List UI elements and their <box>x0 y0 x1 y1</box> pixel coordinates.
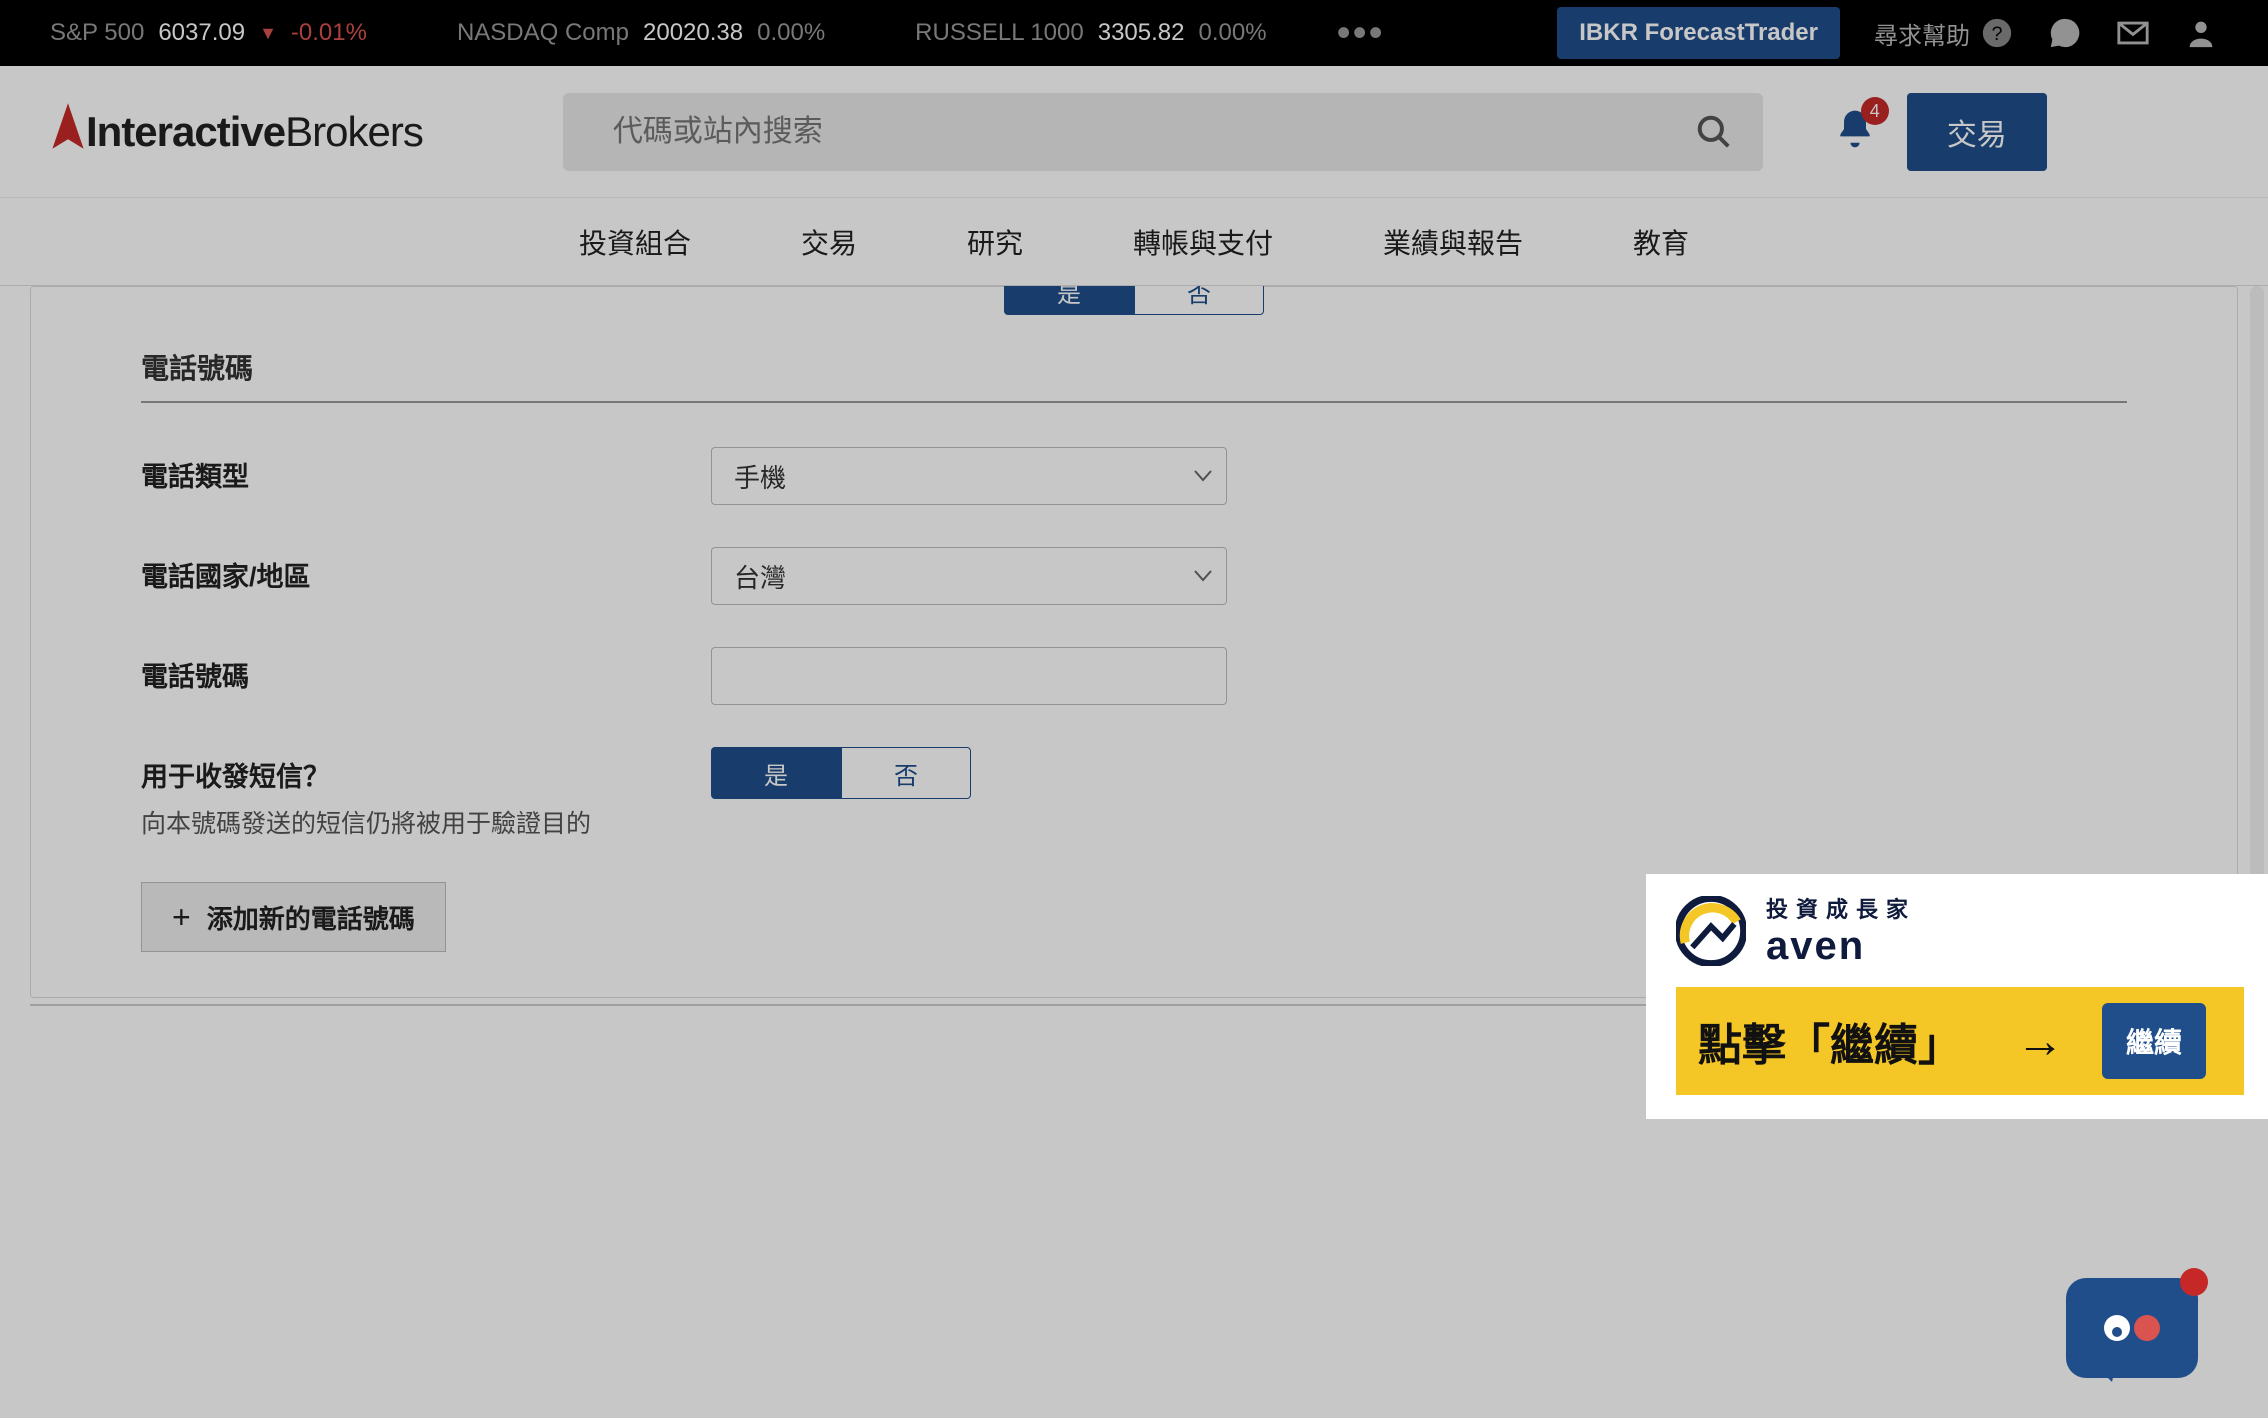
label-phone-type: 電話類型 <box>141 447 711 494</box>
ticker-sp500[interactable]: S&P 500 6037.09 ▼ -0.01% <box>50 19 367 47</box>
search-input[interactable] <box>563 93 1763 171</box>
aven-brand: 投資成長家 aven <box>1676 892 2244 969</box>
continue-button[interactable]: 繼續 <box>2102 1003 2206 1079</box>
cta-overlay: 投資成長家 aven 點擊「繼續」 → 繼續 <box>1646 874 2268 1119</box>
add-phone-button[interactable]: + 添加新的電話號碼 <box>141 882 446 952</box>
search-wrap <box>563 93 1763 171</box>
add-phone-label: 添加新的電話號碼 <box>207 899 415 936</box>
broker-logo[interactable]: InteractiveBrokers <box>50 103 423 161</box>
forecast-trader-button[interactable]: IBKR ForecastTrader <box>1557 7 1840 59</box>
main-header: InteractiveBrokers 4 交易 <box>0 66 2268 198</box>
trade-button[interactable]: 交易 <box>1907 93 2047 171</box>
cta-button-frame: 繼續 <box>2086 987 2222 1095</box>
section-title-phone: 電話號碼 <box>141 347 2127 387</box>
label-phone-number: 電話號碼 <box>141 647 711 694</box>
chat-bubble-icon <box>2066 1278 2198 1378</box>
select-phone-type[interactable]: 手機 <box>711 447 1227 505</box>
select-phone-type-value: 手機 <box>734 458 786 495</box>
sms-segment-toggle: 是 否 <box>711 747 971 799</box>
chat-fab[interactable] <box>2066 1278 2198 1378</box>
mail-icon[interactable] <box>2116 16 2150 50</box>
plus-icon: + <box>172 899 191 936</box>
sublabel-sms: 向本號碼發送的短信仍將被用于驗證目的 <box>141 804 711 840</box>
ticker-russell-change: 0.00% <box>1199 19 1267 47</box>
cta-text: 點擊「繼續」 <box>1698 1009 1998 1073</box>
ticker-nasdaq-value: 20020.38 <box>643 19 743 47</box>
notification-badge: 4 <box>1861 97 1889 125</box>
ticker-sp500-change: -0.01% <box>291 19 367 47</box>
nav-reports[interactable]: 業績與報告 <box>1383 222 1523 262</box>
ticker-russell[interactable]: RUSSELL 1000 3305.82 0.00% <box>915 19 1266 47</box>
cta-banner: 點擊「繼續」 → 繼續 <box>1676 987 2244 1095</box>
sms-seg-no[interactable]: 否 <box>841 747 971 799</box>
ticker-russell-label: RUSSELL 1000 <box>915 19 1084 47</box>
ticker-more-icon[interactable]: ••• <box>1337 11 1385 56</box>
user-icon[interactable] <box>2184 16 2218 50</box>
help-label: 尋求幫助 <box>1874 16 1970 51</box>
ticker-nasdaq[interactable]: NASDAQ Comp 20020.38 0.00% <box>457 19 825 47</box>
main-nav: 投資組合 交易 研究 轉帳與支付 業績與報告 教育 <box>0 198 2268 286</box>
nav-education[interactable]: 教育 <box>1633 222 1689 262</box>
chat-eye-right <box>2134 1315 2160 1341</box>
svg-text:?: ? <box>1991 23 2002 45</box>
chat-badge <box>2180 1268 2208 1296</box>
search-icon[interactable] <box>1695 113 1733 151</box>
ticker-russell-value: 3305.82 <box>1098 19 1185 47</box>
arrow-right-icon: → <box>2016 1014 2064 1069</box>
ticker-sp500-value: 6037.09 <box>158 19 245 47</box>
select-phone-country-value: 台灣 <box>734 558 786 595</box>
label-phone-country: 電話國家/地區 <box>141 547 711 594</box>
label-sms: 用于收發短信？ <box>141 762 330 792</box>
nav-portfolio[interactable]: 投資組合 <box>579 222 691 262</box>
section-divider <box>141 401 2127 403</box>
aven-name: aven <box>1766 924 1916 969</box>
ticker-nasdaq-change: 0.00% <box>757 19 825 47</box>
aven-logo-icon <box>1676 896 1746 966</box>
scrollbar-thumb[interactable] <box>2250 286 2264 886</box>
chevron-down-icon <box>1194 470 1212 482</box>
aven-tagline: 投資成長家 <box>1766 892 1916 924</box>
select-phone-country[interactable]: 台灣 <box>711 547 1227 605</box>
market-ticker-bar: S&P 500 6037.09 ▼ -0.01% NASDAQ Comp 200… <box>0 0 2268 66</box>
nav-transfer[interactable]: 轉帳與支付 <box>1133 222 1273 262</box>
nav-trade[interactable]: 交易 <box>801 222 857 262</box>
down-arrow-icon: ▼ <box>259 23 277 44</box>
ticker-nasdaq-label: NASDAQ Comp <box>457 19 629 47</box>
broker-logo-icon <box>50 103 86 161</box>
notifications-button[interactable]: 4 <box>1833 107 1877 156</box>
broker-logo-text: InteractiveBrokers <box>86 108 423 156</box>
sms-seg-yes[interactable]: 是 <box>711 747 841 799</box>
nav-research[interactable]: 研究 <box>967 222 1023 262</box>
ticker-sp500-label: S&P 500 <box>50 19 144 47</box>
input-phone-number[interactable] <box>711 647 1227 705</box>
help-icon: ? <box>1980 16 2014 50</box>
chat-icon[interactable] <box>2048 16 2082 50</box>
chat-eye-left <box>2104 1315 2130 1341</box>
help-link[interactable]: 尋求幫助 ? <box>1874 16 2014 51</box>
chevron-down-icon <box>1194 570 1212 582</box>
